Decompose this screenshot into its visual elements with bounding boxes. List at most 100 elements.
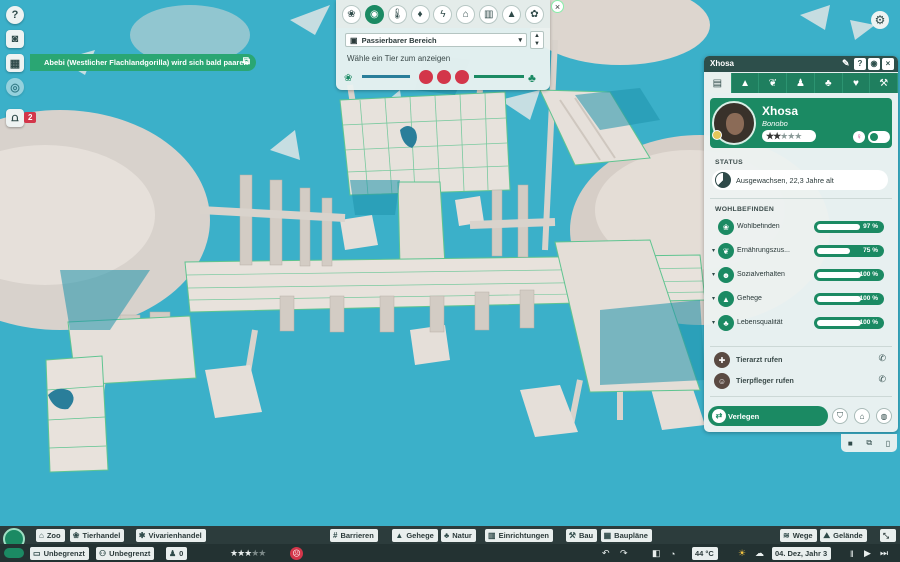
- external-link-icon[interactable]: ⧉: [243, 56, 250, 67]
- clipboard-icon[interactable]: ▤: [704, 73, 732, 93]
- call-keeper-row[interactable]: ☺ Tierpfleger rufen ✆: [712, 372, 888, 390]
- wellbeing-row[interactable]: ▾ ☻ Sozialverhalten 100 %: [712, 266, 888, 284]
- chevron-down-icon[interactable]: ▾: [712, 271, 715, 278]
- bolt-icon[interactable]: ϟ: [433, 4, 453, 24]
- undo-icon[interactable]: ↶: [602, 547, 610, 560]
- animals-icon[interactable]: ✿: [524, 4, 544, 24]
- redo-icon[interactable]: ↷: [620, 547, 628, 560]
- animal-rating: ★★★★★: [762, 130, 816, 142]
- overlay-mode-select[interactable]: ▣ Passierbarer Bereich ▾: [345, 33, 527, 47]
- gate-icon[interactable]: ⩍: [6, 109, 24, 127]
- thermometer-icon[interactable]: 🌡︎: [387, 4, 407, 24]
- menu-label: Baupläne: [614, 531, 648, 540]
- menu-label: Zoo: [46, 531, 61, 540]
- copy-icon[interactable]: ⧉: [866, 438, 872, 448]
- menu-zoo-button[interactable]: ⌂ Zoo: [36, 529, 65, 542]
- money-display[interactable]: ▭ Unbegrenzt: [30, 547, 89, 560]
- toggle-switch[interactable]: [4, 548, 24, 558]
- expand-icon[interactable]: ⤡: [880, 529, 896, 542]
- move-animal-button[interactable]: ⇄ Verlegen: [708, 406, 828, 426]
- trash-icon[interactable]: ▯: [886, 439, 890, 448]
- play-icon[interactable]: ▶: [864, 547, 871, 560]
- panel-mini-toolbar: ■ ⧉ ▯: [841, 434, 897, 452]
- phone-icon[interactable]: ✆: [878, 353, 886, 364]
- close-icon[interactable]: ×: [551, 0, 564, 13]
- panel-title: Xhosa: [710, 59, 735, 68]
- camera-icon[interactable]: ◙: [6, 30, 24, 48]
- call-vet-row[interactable]: ✚ Tierarzt rufen ✆: [712, 351, 888, 369]
- research-display[interactable]: ⚇ Unbegrenzt: [96, 547, 155, 560]
- menu-tierhandel-button[interactable]: ❀ Tierhandel: [69, 529, 125, 542]
- build-menu-row: ⌂ Zoo ❀ Tierhandel ✱ Vivarienhandel # Barriere…: [0, 526, 900, 550]
- stepper-button[interactable]: ▲ ▼: [530, 31, 544, 49]
- home-icon[interactable]: ⌂: [854, 408, 870, 424]
- chevron-down-icon[interactable]: ▾: [712, 247, 715, 254]
- habitat-icon: ▲: [395, 531, 404, 540]
- stats-icon[interactable]: ▥: [479, 4, 499, 24]
- clock-icon[interactable]: ◔: [670, 547, 675, 560]
- menu-wege-button[interactable]: ≋ Wege: [780, 529, 817, 542]
- mode-icon: ▣: [350, 35, 358, 45]
- social-icon: ☻: [718, 267, 734, 283]
- dumbbell-icon[interactable]: ⚒: [870, 73, 898, 93]
- menu-einrichtungen-button[interactable]: ▥ Einrichtungen: [485, 529, 553, 542]
- wellbeing-row[interactable]: ▾ ▲ Gehege 100 %: [712, 290, 888, 308]
- warning-marker-icon: [455, 70, 469, 84]
- edit-icon[interactable]: ✎: [842, 58, 850, 69]
- animal-species: Bonobo: [762, 119, 788, 128]
- zoo-rating[interactable]: ★★★ ★★: [230, 547, 266, 560]
- fast-forward-icon[interactable]: ⏭: [880, 547, 888, 560]
- wellbeing-row[interactable]: ▾ ❦ Ernährungszus... 75 %: [712, 242, 888, 260]
- temperature-display: 44 °C: [692, 547, 718, 560]
- wellbeing-fill: [817, 224, 860, 230]
- pause-icon[interactable]: ‖: [850, 547, 854, 560]
- paw-icon[interactable]: ❀: [341, 4, 361, 24]
- tree-icon[interactable]: ♣: [814, 73, 843, 93]
- menu-label: Tierhandel: [82, 531, 121, 540]
- settings-dim-icon[interactable]: ◎: [6, 78, 24, 96]
- menu-natur-button[interactable]: ♣ Natur: [441, 529, 476, 542]
- warning-marker-icon: [419, 70, 433, 84]
- temperature-value: 44 °C: [695, 549, 714, 558]
- research-icon: ⚇: [99, 549, 107, 558]
- camera-icon[interactable]: ■: [848, 439, 853, 448]
- menu-label: Natur: [452, 531, 472, 540]
- game-screen: ? ◙ ▦ ◎ ⩍ 2 Abebi (Westlicher Flachlandg…: [0, 0, 900, 562]
- menu-baupläne-button[interactable]: ▦ Baupläne: [600, 529, 652, 542]
- family-icon[interactable]: ♟: [787, 73, 815, 93]
- help-icon[interactable]: ?: [854, 58, 866, 70]
- heart-icon[interactable]: ♥: [842, 73, 871, 93]
- menu-bau-button[interactable]: ⚒ Bau: [565, 529, 598, 542]
- close-icon[interactable]: ×: [882, 58, 894, 70]
- menu-gehege-button[interactable]: ▲ Gehege: [392, 529, 438, 542]
- help-icon[interactable]: ?: [6, 6, 24, 24]
- menu-gelände-button[interactable]: ⛰ Gelände: [820, 529, 867, 542]
- wellbeing-row[interactable]: ▾ ♣ Lebensqualität 100 %: [712, 314, 888, 332]
- sad-face-icon[interactable]: ☹: [290, 547, 303, 560]
- phone-icon[interactable]: ✆: [878, 374, 886, 385]
- contraception-toggle[interactable]: [868, 131, 890, 143]
- mountain-icon[interactable]: ▲: [731, 73, 760, 93]
- drop-icon[interactable]: ♦: [410, 4, 430, 24]
- guest-count[interactable]: ♟ 0: [166, 547, 188, 560]
- shield-icon[interactable]: ⛉: [832, 408, 848, 424]
- leaf-icon[interactable]: ❦: [759, 73, 788, 93]
- gear-icon[interactable]: ⚙: [871, 11, 889, 29]
- mortarboard-icon[interactable]: ▲: [502, 4, 522, 24]
- calendar-icon[interactable]: ▦: [6, 54, 24, 72]
- globe-icon[interactable]: ◍: [876, 408, 892, 424]
- camera-icon[interactable]: ◧: [652, 547, 661, 560]
- wellbeing-label: Sozialverhalten: [737, 271, 785, 278]
- call-keeper-label: Tierpfleger rufen: [736, 376, 794, 385]
- binoculars-icon[interactable]: ◉: [364, 4, 384, 24]
- chevron-down-icon: ▾: [518, 37, 522, 44]
- locate-icon[interactable]: ◉: [868, 58, 880, 70]
- menu-barrieren-button[interactable]: # Barrieren: [330, 529, 378, 542]
- chevron-down-icon[interactable]: ▾: [712, 319, 715, 326]
- menu-label: Einrichtungen: [498, 531, 549, 540]
- chevron-down-icon[interactable]: ▾: [712, 295, 715, 302]
- wellbeing-bar: 75 %: [814, 245, 884, 257]
- menu-vivarienhandel-button[interactable]: ✱ Vivarienhandel: [135, 529, 206, 542]
- breeding-notification[interactable]: Abebi (Westlicher Flachlandgorilla) wird…: [30, 54, 256, 71]
- hut-icon[interactable]: ⌂: [456, 4, 476, 24]
